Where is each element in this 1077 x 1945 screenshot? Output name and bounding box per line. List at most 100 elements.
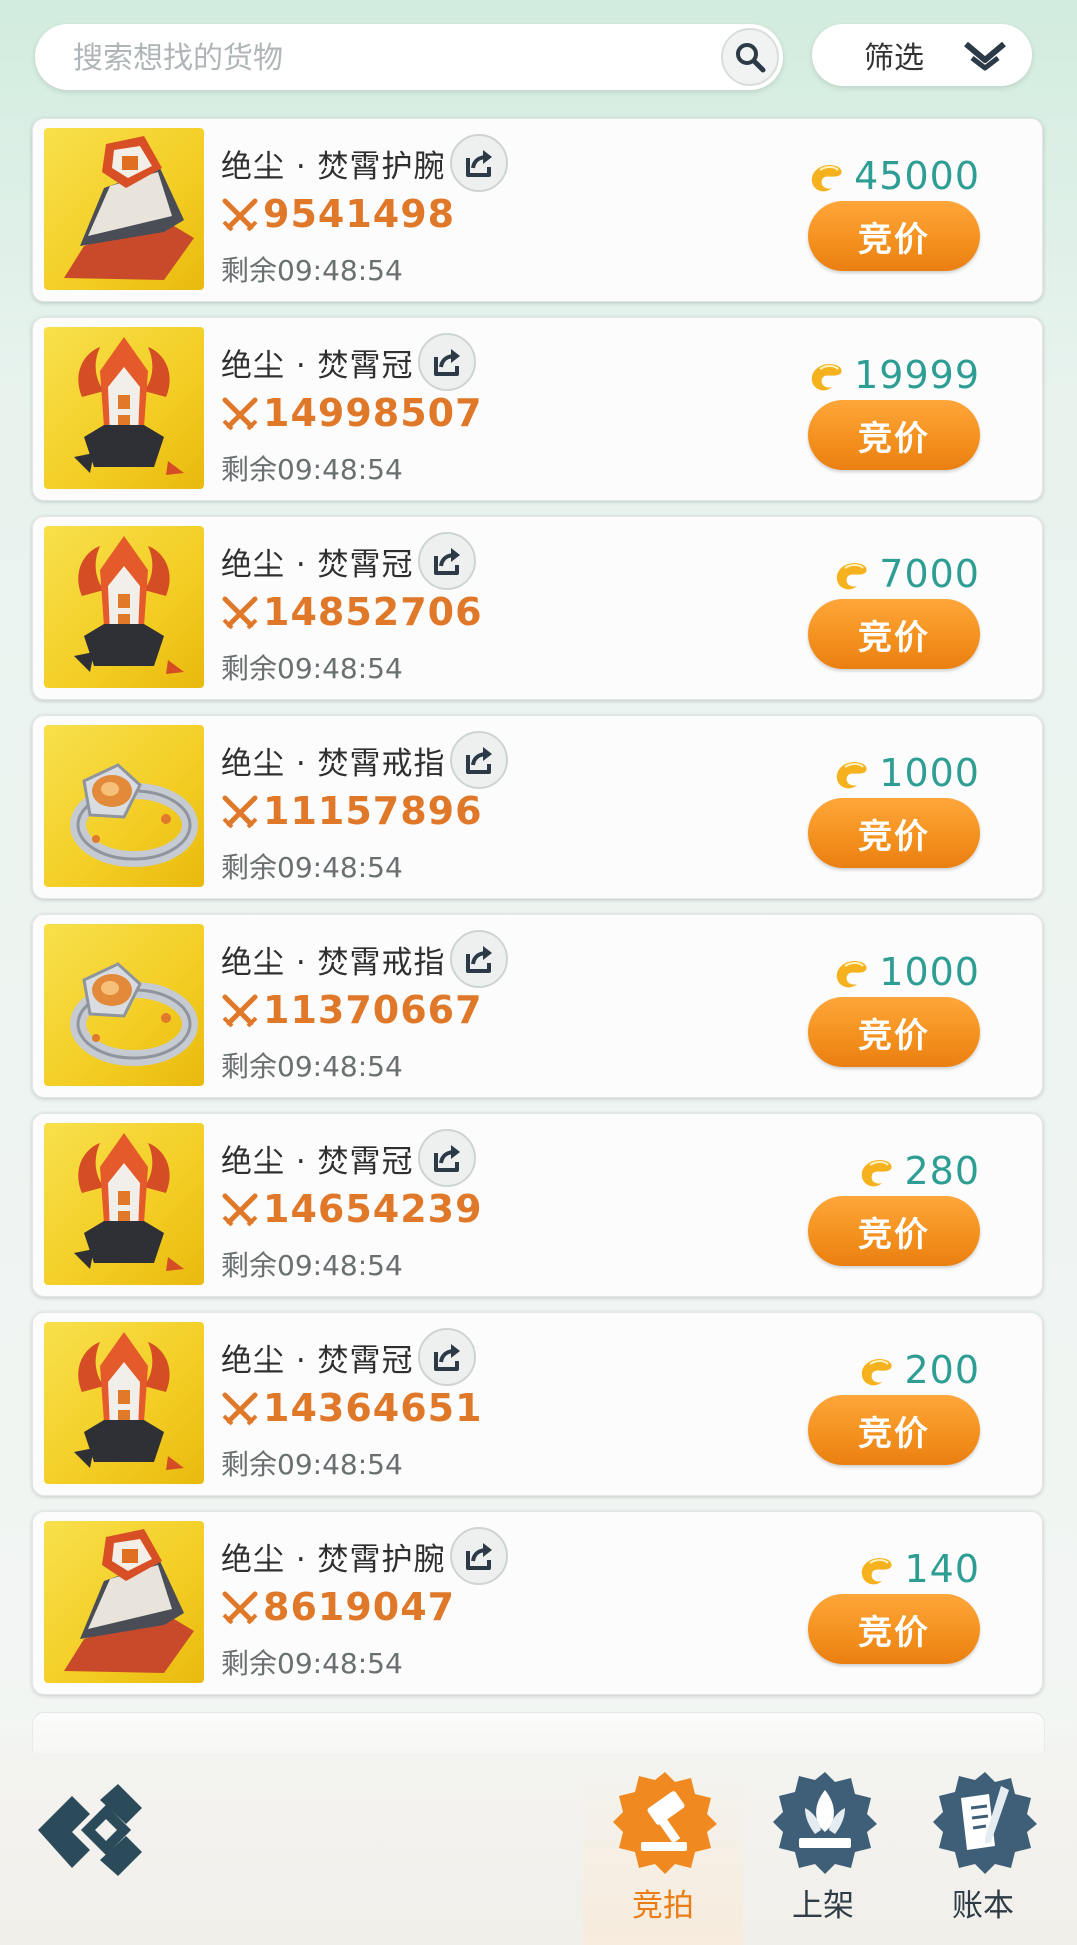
search-icon [736, 43, 766, 73]
bid-button[interactable]: 竞价 [808, 599, 980, 669]
bid-button[interactable]: 竞价 [808, 798, 980, 868]
item-thumbnail[interactable] [44, 128, 204, 290]
crown-icon [74, 337, 184, 475]
time-remaining: 剩余09:48:54 [221, 1647, 403, 1680]
item-thumbnail[interactable] [44, 924, 204, 1086]
crossed-swords-icon [222, 1193, 258, 1227]
item-name: 绝尘 · 焚霄冠 [221, 1342, 414, 1379]
combat-power: 14852706 [263, 590, 483, 634]
currency-icon [811, 363, 842, 391]
item-price: 7000 [879, 552, 980, 596]
menu-icon[interactable] [30, 1780, 148, 1880]
item-name: 绝尘 · 焚霄冠 [221, 1143, 414, 1180]
item-name: 绝尘 · 焚霄冠 [221, 347, 414, 384]
bid-button[interactable]: 竞价 [808, 1196, 980, 1266]
filter-dropdown[interactable]: 筛选 [812, 24, 1032, 86]
time-remaining: 剩余09:48:54 [221, 652, 403, 685]
crossed-swords-icon [222, 596, 258, 630]
currency-icon [862, 1159, 893, 1187]
bid-button[interactable]: 竞价 [808, 1594, 980, 1664]
currency-icon [862, 1557, 893, 1585]
crossed-swords-icon [222, 1591, 258, 1625]
auction-item-card-1[interactable]: 绝尘 · 焚霄护腕 9541498 剩余09:48:54 45000 竞价 [32, 118, 1043, 302]
currency-icon [862, 1358, 893, 1386]
share-button[interactable] [417, 333, 476, 391]
tab-list-item[interactable]: 上架 [743, 1760, 903, 1945]
share-icon [433, 1145, 460, 1172]
time-remaining: 剩余09:48:54 [221, 851, 403, 884]
crossed-swords-icon [222, 994, 258, 1028]
auction-item-card-8[interactable]: 绝尘 · 焚霄护腕 8619047 剩余09:48:54 140 竞价 [32, 1511, 1043, 1695]
item-price: 1000 [879, 751, 980, 795]
combat-power: 14364651 [263, 1386, 483, 1430]
search-button[interactable] [721, 28, 779, 86]
share-icon [433, 548, 460, 575]
bracer-icon [64, 1529, 194, 1673]
top-bar: 筛选 [0, 0, 1077, 110]
share-button[interactable] [417, 1129, 476, 1187]
bid-button[interactable]: 竞价 [808, 1395, 980, 1465]
chevron-down-icon [964, 41, 1006, 71]
gavel-icon [613, 1772, 717, 1874]
share-icon [433, 1344, 460, 1371]
tab-ledger-label: 账本 [952, 1888, 1014, 1924]
share-button[interactable] [417, 532, 476, 590]
crossed-swords-icon [222, 397, 258, 431]
combat-power: 11157896 [263, 789, 483, 833]
bid-button[interactable]: 竞价 [808, 400, 980, 470]
ledger-icon [933, 1772, 1037, 1874]
item-price: 45000 [854, 154, 980, 198]
filter-label: 筛选 [864, 41, 924, 76]
tab-auction-label: 竞拍 [632, 1888, 694, 1924]
item-thumbnail[interactable] [44, 1123, 204, 1285]
currency-icon [837, 761, 867, 789]
share-button[interactable] [449, 930, 508, 988]
item-thumbnail[interactable] [44, 1322, 204, 1484]
auction-item-card-3[interactable]: 绝尘 · 焚霄冠 14852706 剩余09:48:54 7000 竞价 [32, 516, 1043, 700]
share-button[interactable] [449, 1527, 508, 1585]
crossed-swords-icon [222, 795, 258, 829]
item-price: 140 [904, 1547, 980, 1591]
tab-ledger[interactable]: 账本 [903, 1760, 1063, 1945]
item-thumbnail[interactable] [44, 1521, 204, 1683]
auction-item-card-5[interactable]: 绝尘 · 焚霄戒指 11370667 剩余09:48:54 1000 竞价 [32, 914, 1043, 1098]
ring-icon [70, 763, 198, 867]
search-bar[interactable] [35, 24, 783, 92]
currency-icon [837, 562, 867, 590]
share-icon [465, 150, 492, 177]
bid-button[interactable]: 竞价 [808, 997, 980, 1067]
item-name: 绝尘 · 焚霄戒指 [221, 944, 446, 981]
item-thumbnail[interactable] [44, 725, 204, 887]
crown-icon [74, 1133, 184, 1271]
auction-item-card-4[interactable]: 绝尘 · 焚霄戒指 11157896 剩余09:48:54 1000 竞价 [32, 715, 1043, 899]
item-price: 1000 [879, 950, 980, 994]
combat-power: 8619047 [263, 1585, 456, 1629]
search-input[interactable] [71, 24, 695, 92]
auction-item-card-7[interactable]: 绝尘 · 焚霄冠 14364651 剩余09:48:54 200 竞价 [32, 1312, 1043, 1496]
tab-auction[interactable]: 竞拍 [583, 1760, 743, 1945]
time-remaining: 剩余09:48:54 [221, 1050, 403, 1083]
combat-power: 14998507 [263, 391, 483, 435]
item-name: 绝尘 · 焚霄戒指 [221, 745, 446, 782]
bid-button[interactable]: 竞价 [808, 201, 980, 271]
item-name: 绝尘 · 焚霄冠 [221, 546, 414, 583]
auction-item-card-2[interactable]: 绝尘 · 焚霄冠 14998507 剩余09:48:54 19999 竞价 [32, 317, 1043, 501]
share-icon [465, 1543, 492, 1570]
time-remaining: 剩余09:48:54 [221, 1249, 403, 1282]
item-name: 绝尘 · 焚霄护腕 [221, 1541, 446, 1578]
time-remaining: 剩余09:48:54 [221, 1448, 403, 1481]
auction-item-card-6[interactable]: 绝尘 · 焚霄冠 14654239 剩余09:48:54 280 竞价 [32, 1113, 1043, 1297]
share-button[interactable] [449, 134, 508, 192]
share-button[interactable] [417, 1328, 476, 1386]
ring-icon [70, 962, 198, 1066]
bracer-icon [64, 136, 194, 280]
combat-power: 14654239 [263, 1187, 483, 1231]
item-name: 绝尘 · 焚霄护腕 [221, 148, 446, 185]
item-thumbnail[interactable] [44, 526, 204, 688]
combat-power: 9541498 [263, 192, 456, 236]
auction-list: 绝尘 · 焚霄护腕 9541498 剩余09:48:54 45000 竞价 绝尘… [32, 118, 1043, 1710]
item-thumbnail[interactable] [44, 327, 204, 489]
share-button[interactable] [449, 731, 508, 789]
leaf-shelf-icon [773, 1772, 877, 1874]
share-icon [465, 946, 492, 973]
